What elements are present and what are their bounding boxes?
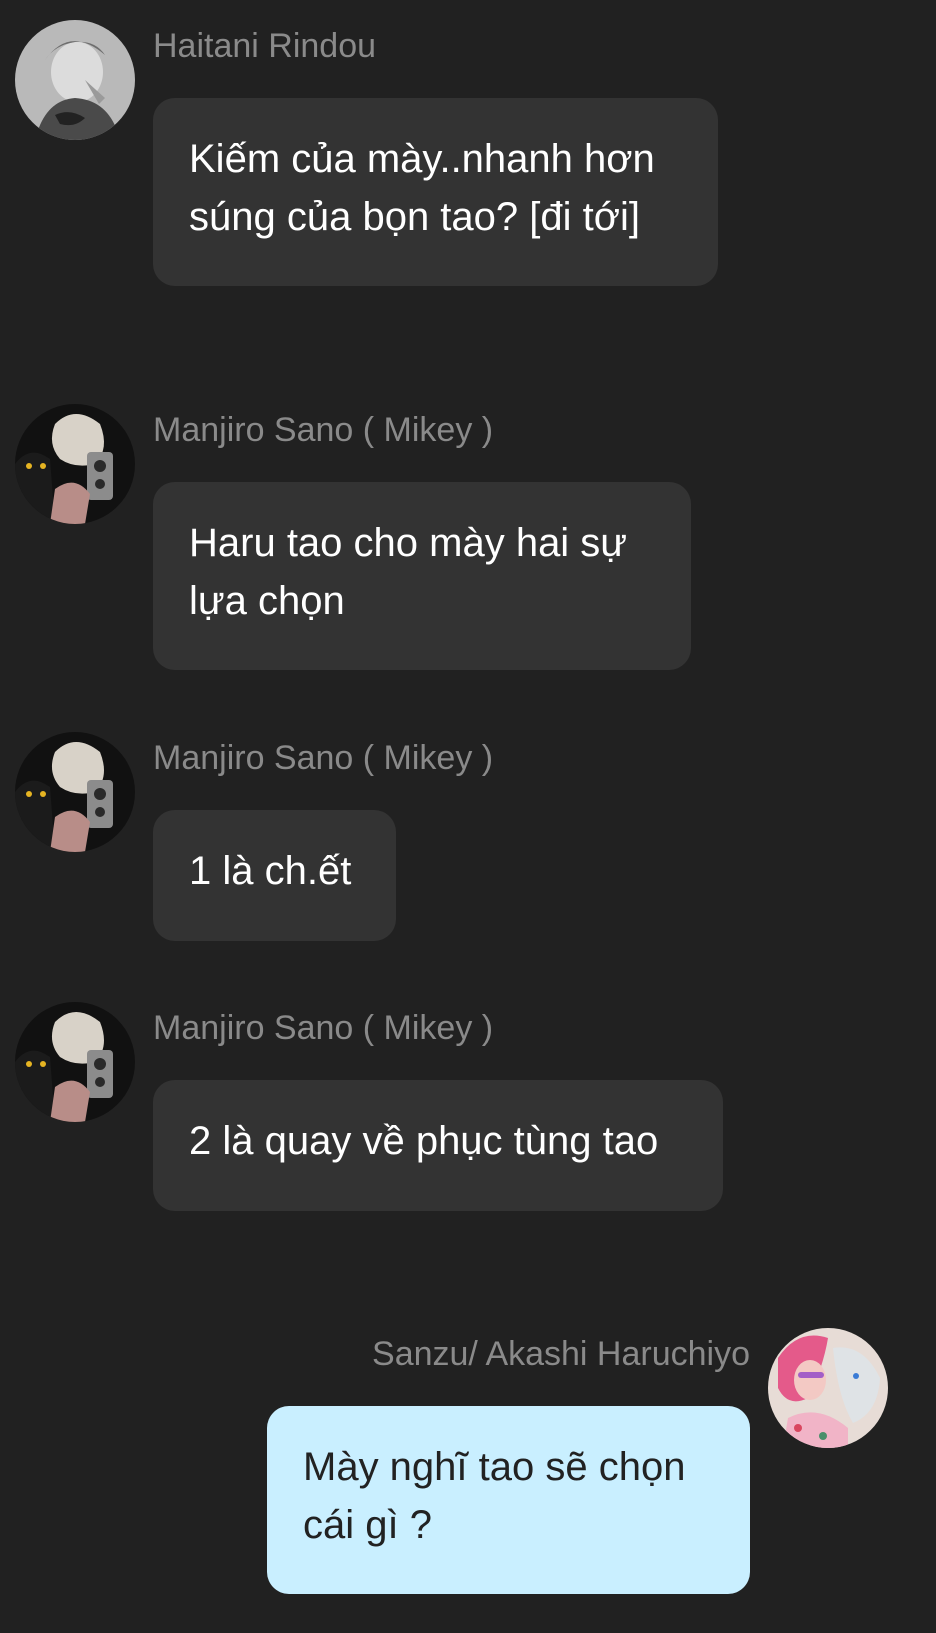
mikey-avatar[interactable]	[15, 404, 135, 524]
message-bubble-self[interactable]: Mày nghĩ tao sẽ chọn cái gì ?	[267, 1406, 750, 1594]
mikey-avatar[interactable]	[15, 732, 135, 852]
message-bubble[interactable]: Haru tao cho mày hai sự lựa chọn	[153, 482, 691, 670]
message-bubble[interactable]: 2 là quay về phục tùng tao	[153, 1080, 723, 1211]
sender-name: Manjiro Sano ( Mikey )	[153, 1009, 494, 1047]
sender-name: Haitani Rindou	[153, 27, 377, 65]
sender-name: Manjiro Sano ( Mikey )	[153, 739, 494, 777]
message-bubble[interactable]: 1 là ch.ết	[153, 810, 396, 941]
sanzu-avatar[interactable]	[768, 1328, 888, 1448]
mikey-avatar[interactable]	[15, 1002, 135, 1122]
sender-name: Manjiro Sano ( Mikey )	[153, 411, 494, 449]
sender-name: Sanzu/ Akashi Haruchiyo	[372, 1335, 750, 1373]
message-bubble[interactable]: Kiếm của mày..nhanh hơn súng của bọn tao…	[153, 98, 718, 286]
rindou-avatar[interactable]	[15, 20, 135, 140]
